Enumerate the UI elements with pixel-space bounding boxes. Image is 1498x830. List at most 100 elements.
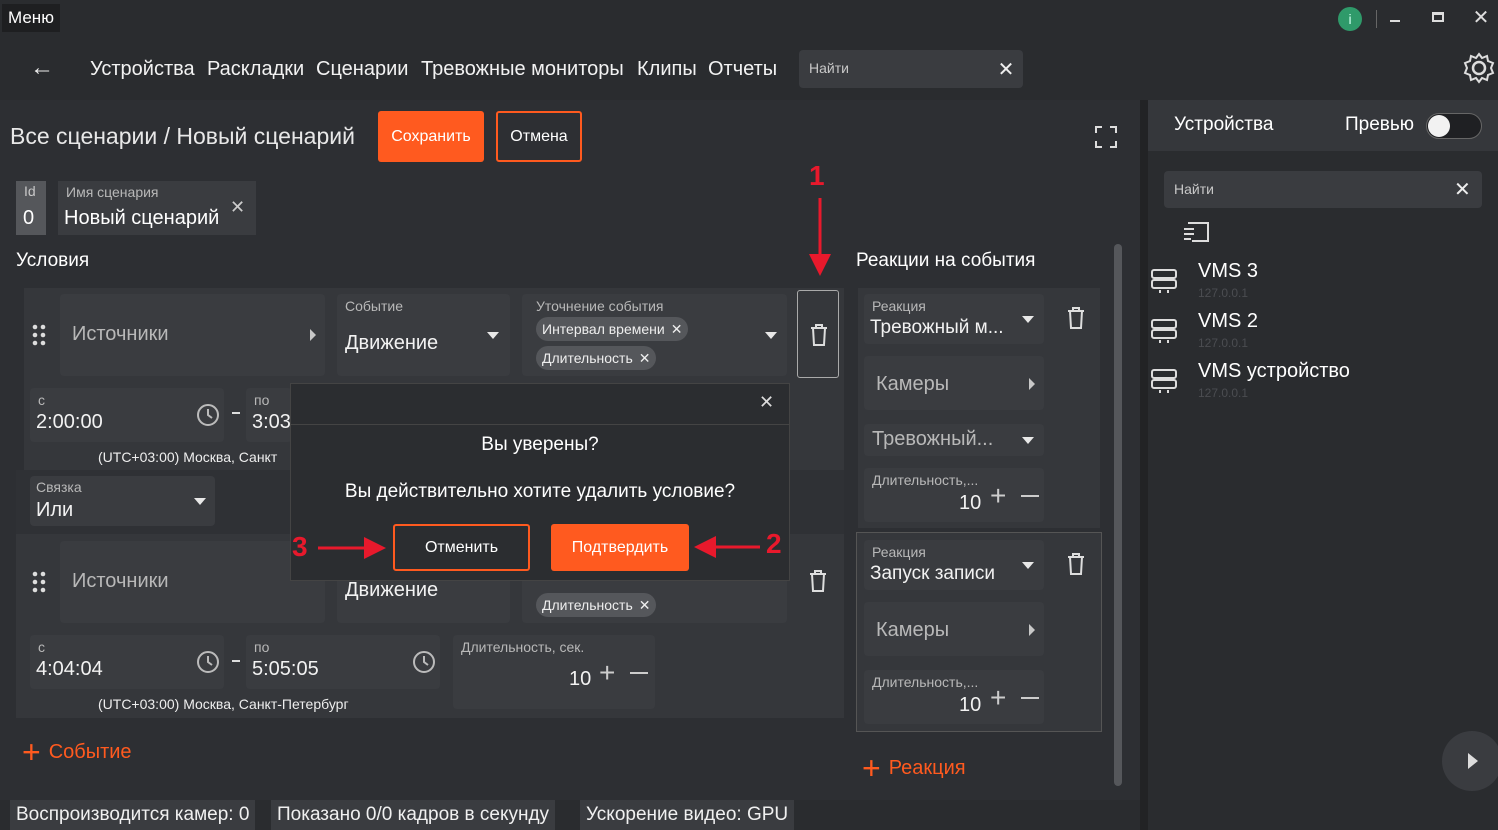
chip-label: Интервал времени <box>542 321 665 337</box>
device-item[interactable]: VMS 2 127.0.0.1 <box>1150 310 1450 354</box>
time-to-field[interactable]: по 5:05:05 <box>246 635 440 689</box>
reaction-label: Реакция <box>872 298 926 314</box>
expand-panel-button[interactable] <box>1442 731 1498 791</box>
trash-icon[interactable] <box>1066 552 1086 576</box>
duration-value[interactable]: 10 <box>959 694 981 717</box>
duration-value[interactable]: 10 <box>569 668 591 691</box>
chip-remove-icon[interactable]: ✕ <box>639 350 651 367</box>
nav-link-layouts[interactable]: Раскладки <box>207 58 304 81</box>
nav-link-devices[interactable]: Устройства <box>90 58 195 81</box>
info-icon[interactable]: i <box>1338 7 1362 31</box>
time-from-value[interactable]: 2:00:00 <box>36 411 103 434</box>
chip-remove-icon[interactable]: ✕ <box>639 597 651 614</box>
menu-button[interactable]: Меню <box>2 4 60 32</box>
trash-icon[interactable] <box>1066 306 1086 330</box>
clock-icon[interactable] <box>196 403 220 427</box>
drag-handle-icon[interactable] <box>32 571 46 593</box>
minimize-icon[interactable] <box>1390 20 1400 22</box>
reaction-label: Реакция <box>872 544 926 560</box>
link-select[interactable]: Связка Или <box>30 476 215 526</box>
plus-icon: + <box>22 734 41 770</box>
preview-toggle[interactable] <box>1426 113 1482 139</box>
add-event-button[interactable]: + Событие <box>22 734 132 770</box>
reaction-select[interactable]: Реакция Запуск записи <box>864 540 1044 590</box>
maximize-icon[interactable] <box>1432 12 1444 22</box>
minus-icon[interactable] <box>1021 495 1039 497</box>
device-tree-icon[interactable] <box>1182 221 1210 245</box>
nav-link-clips[interactable]: Клипы <box>637 58 697 81</box>
close-icon[interactable]: ✕ <box>1470 6 1492 29</box>
duration-value[interactable]: 10 <box>959 492 981 515</box>
dialog-close-icon[interactable]: ✕ <box>759 392 774 413</box>
time-to-label: по <box>254 392 270 408</box>
device-name: VMS устройство <box>1198 360 1350 382</box>
time-from-field[interactable]: с 4:04:04 <box>30 635 224 689</box>
plus-icon[interactable]: + <box>990 682 1006 714</box>
plus-icon[interactable]: + <box>990 480 1006 512</box>
sources-selector[interactable]: Источники <box>60 294 325 376</box>
duration-stepper[interactable]: Длительность,... 10 + <box>864 670 1044 724</box>
fullscreen-icon[interactable] <box>1094 125 1118 149</box>
nav-search-input[interactable]: Найти ✕ <box>799 50 1023 88</box>
save-button[interactable]: Сохранить <box>378 111 484 162</box>
time-from-value[interactable]: 4:04:04 <box>36 658 103 681</box>
server-icon <box>1151 319 1177 343</box>
event-refine-select[interactable]: Уточнение события Интервал времени ✕ Длит… <box>522 294 787 376</box>
event-select[interactable]: Событие Движение <box>337 294 510 376</box>
chip-duration[interactable]: Длительность ✕ <box>536 593 657 617</box>
duration-stepper[interactable]: Длительность, сек. 10 + <box>453 635 655 709</box>
cameras-selector[interactable]: Камеры <box>864 356 1044 410</box>
dialog-cancel-button[interactable]: Отменить <box>393 524 530 571</box>
tab-devices[interactable]: Устройства <box>1174 114 1273 136</box>
timezone-label: (UTC+03:00) Москва, Санкт-Петербург <box>98 696 349 712</box>
main-scrollbar[interactable] <box>1114 244 1122 786</box>
link-label: Связка <box>36 479 82 495</box>
nav-link-alarm-monitors[interactable]: Тревожные мониторы <box>421 58 624 81</box>
minus-icon[interactable] <box>630 672 648 674</box>
time-to-value[interactable]: 3:03 <box>252 411 291 434</box>
scenario-name-field[interactable]: Имя сценария Новый сценарий ✕ <box>58 181 256 235</box>
panel-splitter[interactable] <box>1140 100 1148 830</box>
clear-search-icon[interactable]: ✕ <box>1454 177 1471 202</box>
chevron-down-icon <box>1022 562 1034 569</box>
dialog-confirm-button[interactable]: Подтвердить <box>551 524 689 571</box>
clear-name-icon[interactable]: ✕ <box>230 197 245 218</box>
device-name: VMS 2 <box>1198 310 1259 332</box>
alarm-select[interactable]: Тревожный... <box>864 424 1044 456</box>
drag-handle-icon[interactable] <box>32 324 46 346</box>
scenario-name-value[interactable]: Новый сценарий <box>64 207 219 230</box>
plus-icon[interactable]: + <box>599 657 615 689</box>
nav-link-scenarios[interactable]: Сценарии <box>316 58 408 81</box>
device-search-input[interactable]: Найти ✕ <box>1164 171 1482 208</box>
event-value: Движение <box>345 579 439 601</box>
link-value: Или <box>36 499 74 521</box>
minus-icon[interactable] <box>1021 697 1039 699</box>
trash-icon[interactable] <box>808 569 828 593</box>
clock-icon[interactable] <box>412 650 436 674</box>
dialog-divider <box>291 424 789 425</box>
sources-selector[interactable]: Источники <box>60 541 325 623</box>
time-from-field[interactable]: с 2:00:00 <box>30 388 224 442</box>
gear-icon[interactable] <box>1462 51 1496 85</box>
time-to-field[interactable]: по 3:03 <box>246 388 292 442</box>
title-bar: Меню i ✕ <box>0 0 1498 36</box>
nav-link-reports[interactable]: Отчеты <box>708 58 777 81</box>
chip-time-interval[interactable]: Интервал времени ✕ <box>536 317 689 341</box>
clear-search-icon[interactable]: ✕ <box>995 56 1017 82</box>
reaction-select[interactable]: Реакция Тревожный м... <box>864 294 1044 344</box>
cameras-selector[interactable]: Камеры <box>864 602 1044 656</box>
breadcrumb[interactable]: Все сценарии / Новый сценарий <box>10 123 355 150</box>
clock-icon[interactable] <box>196 650 220 674</box>
chip-duration[interactable]: Длительность ✕ <box>536 346 657 370</box>
add-reaction-button[interactable]: + Реакция <box>862 750 966 786</box>
server-icon <box>1151 269 1177 293</box>
time-to-value[interactable]: 5:05:05 <box>252 658 319 681</box>
back-arrow-icon[interactable]: ← <box>28 54 56 82</box>
plus-icon: + <box>862 750 881 786</box>
delete-condition-button[interactable] <box>797 290 839 378</box>
cancel-button[interactable]: Отмена <box>496 111 582 162</box>
chip-remove-icon[interactable]: ✕ <box>671 321 683 338</box>
duration-stepper[interactable]: Длительность,... 10 + <box>864 468 1044 522</box>
device-item[interactable]: VMS устройство 127.0.0.1 <box>1150 360 1450 404</box>
device-item[interactable]: VMS 3 127.0.0.1 <box>1150 260 1450 304</box>
